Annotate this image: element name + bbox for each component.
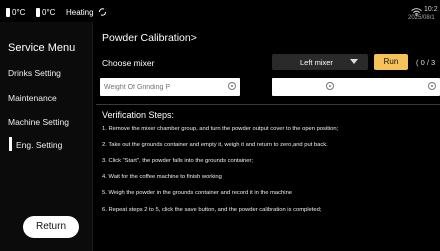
sidebar-title: Service Menu	[8, 42, 76, 54]
verification-title: Verification Steps:	[102, 110, 175, 120]
verification-step: 1. Remove the mixer chamber group, and t…	[102, 126, 339, 132]
thermometer-icon	[36, 8, 40, 17]
thermometer-icon	[6, 8, 10, 17]
weight-input-1[interactable]	[100, 78, 240, 96]
run-counter: ( 0 / 3	[416, 58, 436, 67]
sidebar-item-maintenance[interactable]: Maintenance	[8, 93, 57, 103]
chevron-down-icon	[350, 59, 358, 64]
choose-mixer-label: Choose mixer	[102, 58, 155, 68]
temperature-1: 0°C	[6, 8, 25, 17]
target-icon	[428, 82, 436, 90]
run-button[interactable]: Run	[374, 54, 408, 70]
status-bar: 0°C 0°C Heating 10:2 2025/08/1	[0, 0, 440, 22]
clock-time: 10:2	[424, 6, 438, 13]
verification-step: 3. Click "Start", the powder falls into …	[102, 158, 254, 164]
page-title[interactable]: Powder Calibration>	[102, 32, 197, 44]
verification-step: 4. Wait for the coffee machine to finish…	[102, 174, 222, 180]
sidebar-item-eng-setting[interactable]: Eng. Setting	[16, 140, 62, 150]
sidebar-item-drinks-setting[interactable]: Drinks Setting	[8, 68, 61, 78]
weight-field-1[interactable]	[100, 78, 240, 96]
verification-step: 5. Weigh the powder in the grounds conta…	[102, 190, 293, 196]
active-indicator	[9, 137, 12, 151]
mixer-select-value: Left mixer	[300, 58, 333, 67]
target-icon	[326, 82, 334, 90]
return-button[interactable]: Return	[23, 216, 79, 238]
sidebar: Service Menu Drinks Setting Maintenance …	[0, 22, 93, 251]
sidebar-item-machine-setting[interactable]: Machine Setting	[8, 117, 69, 127]
verification-step: 6. Repeat steps 2 to 5, click the save b…	[102, 207, 322, 213]
heating-spinner-icon	[98, 8, 106, 16]
heating-status: Heating	[66, 8, 107, 17]
mixer-select[interactable]: Left mixer	[272, 54, 368, 70]
verification-step: 2. Take out the grounds container and em…	[102, 142, 328, 148]
target-icon	[228, 82, 236, 90]
temperature-2: 0°C	[36, 8, 55, 17]
clock-date: 2025/08/1	[408, 15, 435, 21]
weight-field-3[interactable]	[374, 78, 440, 96]
section-divider	[96, 104, 440, 105]
main-panel: Powder Calibration> Choose mixer Left mi…	[92, 22, 440, 251]
